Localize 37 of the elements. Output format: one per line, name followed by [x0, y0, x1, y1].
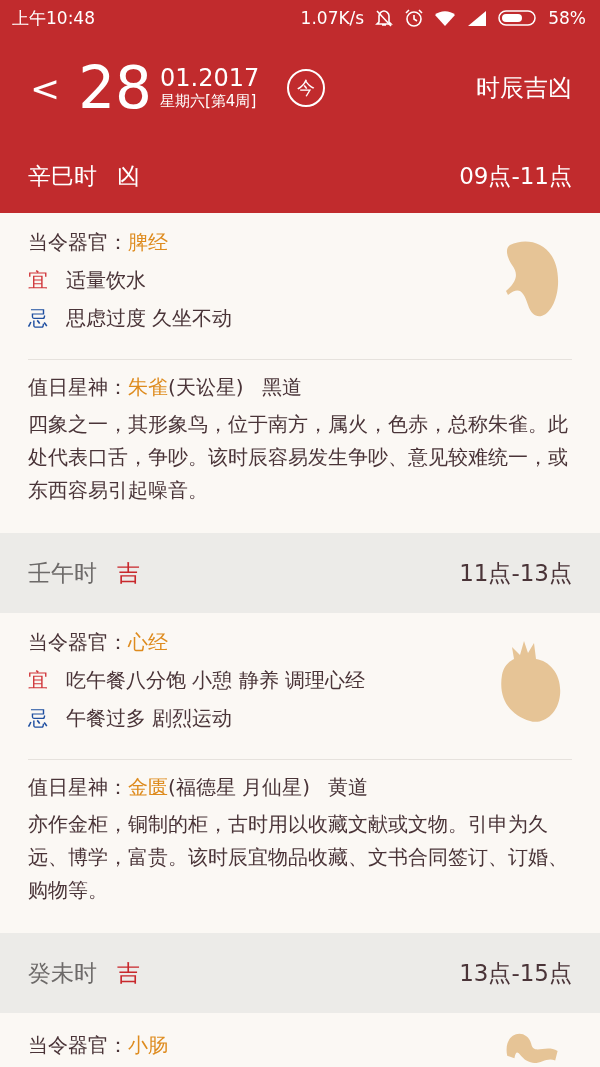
- period-time: 11点-13点: [459, 558, 572, 588]
- avoid-line: 忌 午餐过多 剧烈运动: [28, 705, 234, 732]
- star-description: 亦作金柜，铜制的柜，古时用以收藏文献或文物。引申为久远、博学，富贵。该时辰宜物品收藏、文书合同签订、订婚、购物等。: [28, 811, 569, 904]
- avoid-line: 忌 思虑过度 久坐不动: [28, 305, 234, 332]
- battery-percent: 58%: [548, 8, 586, 28]
- status-time: 上午10:48: [12, 6, 95, 30]
- wifi-icon: [434, 9, 457, 27]
- battery-icon: [498, 9, 539, 27]
- period-fortune: 吉: [117, 958, 140, 988]
- page-title: 时辰吉凶: [476, 73, 572, 104]
- suitable-line: 宜 适量饮水: [28, 267, 147, 294]
- star-deity-line: 值日星神：朱雀(天讼星) 黑道: [28, 374, 303, 401]
- month-year: 01.2017: [160, 65, 260, 92]
- day-number: 28: [78, 59, 152, 117]
- back-button[interactable]: <: [26, 67, 65, 109]
- alarm-icon: [404, 8, 425, 28]
- organ-line: 当令器官：脾经: [28, 229, 169, 256]
- organ-line: 当令器官：小肠: [28, 1032, 169, 1059]
- period-header[interactable]: 壬午时 吉 11点-13点: [0, 533, 600, 613]
- period-header[interactable]: 癸未时 吉 13点-15点: [0, 933, 600, 1013]
- network-speed: 1.07K/s: [300, 8, 365, 28]
- weekday: 星期六[第4周]: [160, 91, 258, 111]
- period-name: 辛巳时: [28, 162, 97, 191]
- signal-icon: [466, 9, 489, 27]
- period-fortune: 凶: [117, 162, 140, 191]
- star-deity-line: 值日星神：金匮(福德星 月仙星) 黄道: [28, 774, 369, 801]
- period-name: 癸未时: [28, 958, 97, 988]
- period-time: 13点-15点: [459, 958, 572, 988]
- period-fortune: 吉: [117, 558, 140, 588]
- today-button[interactable]: 今: [287, 69, 326, 107]
- star-description: 四象之一，其形象鸟，位于南方，属火，色赤，总称朱雀。此处代表口舌，争吵。该时辰容易发生争吵、意见较难统一，或东西容易引起噪音。: [28, 411, 569, 504]
- organ-line: 当令器官：心经: [28, 629, 169, 656]
- suitable-line: 宜 吃午餐八分饱 小憩 静养 调理心经: [28, 667, 367, 694]
- period-header[interactable]: 辛巳时 凶 09点-11点: [0, 140, 600, 213]
- period-time: 09点-11点: [459, 162, 572, 191]
- mute-icon: [374, 8, 395, 28]
- period-name: 壬午时: [28, 558, 97, 588]
